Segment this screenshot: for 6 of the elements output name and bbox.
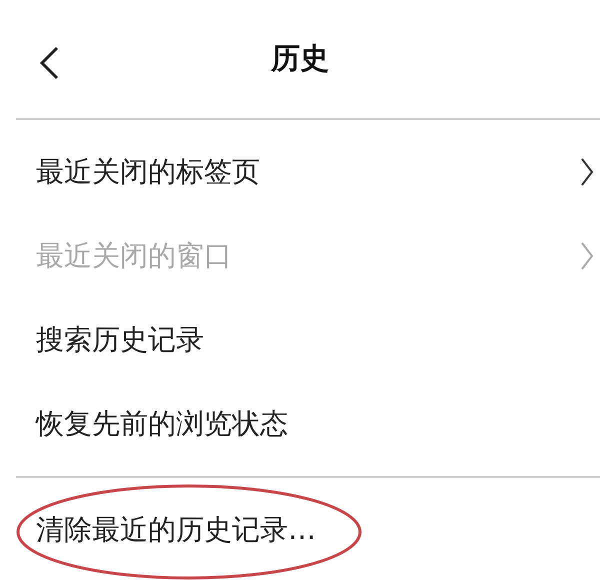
panel-title: 历史 <box>271 40 329 77</box>
menu-item[interactable]: 最近关闭的标签页 <box>0 130 600 214</box>
menu-item[interactable]: 搜索历史记录 <box>0 298 600 382</box>
back-chevron-icon <box>38 46 60 80</box>
menu-item[interactable]: 恢复先前的浏览状态 <box>0 382 600 466</box>
menu-item[interactable]: 清除最近的历史记录… <box>0 488 600 572</box>
